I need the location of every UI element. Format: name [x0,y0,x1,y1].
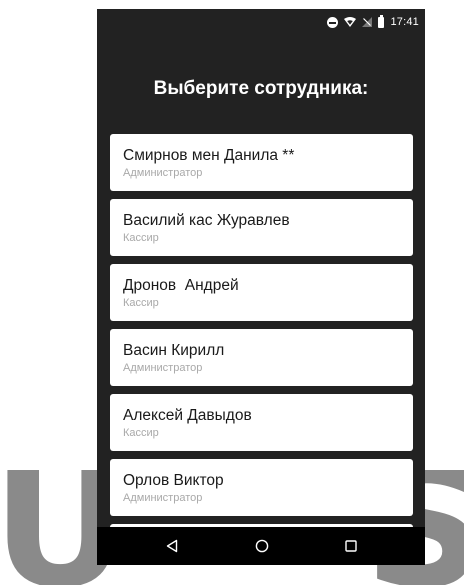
employee-role: Кассир [123,297,159,309]
employee-name: Орлов Виктор [123,472,224,489]
page-title: Выберите сотрудника: [153,78,369,99]
phone-screen: 17:41 Выберите сотрудника: Смирнов мен Д… [97,9,425,565]
home-button[interactable] [252,536,272,556]
employee-role: Кассир [123,427,159,439]
navigation-bar [97,527,425,565]
employee-card[interactable]: Смирнов мен Данила ** Администратор [110,134,413,191]
employee-name: Смирнов мен Данила ** [123,147,295,164]
employee-card[interactable]: Алексей Давыдов Кассир [110,394,413,451]
employee-card[interactable]: Василий кас Журавлев Кассир [110,199,413,256]
employee-name: Дронов Андрей [123,277,239,294]
back-icon [166,539,178,553]
employee-role: Администратор [123,167,203,179]
employee-name: Алексей Давыдов [123,407,252,424]
battery-icon [378,14,385,28]
employee-role: Администратор [123,362,203,374]
recents-button[interactable] [341,536,361,556]
recents-icon [345,540,357,552]
employee-card[interactable]: Васин Кирилл Администратор [110,329,413,386]
home-icon [255,539,269,553]
employee-card[interactable]: Дронов Андрей Кассир [110,264,413,321]
status-time: 17:41 [390,16,419,28]
signal-icon [362,17,373,27]
employee-role: Кассир [123,232,159,244]
status-icons: 17:41 [327,14,419,30]
do-not-disturb-icon [327,16,339,28]
employee-role: Администратор [123,492,203,504]
back-button[interactable] [162,536,182,556]
employee-name: Василий кас Журавлев [123,212,290,229]
status-bar: 17:41 [97,9,425,35]
employee-name: Васин Кирилл [123,342,225,359]
wifi-icon [344,17,357,27]
employee-card[interactable]: Орлов Виктор Администратор [110,459,413,516]
